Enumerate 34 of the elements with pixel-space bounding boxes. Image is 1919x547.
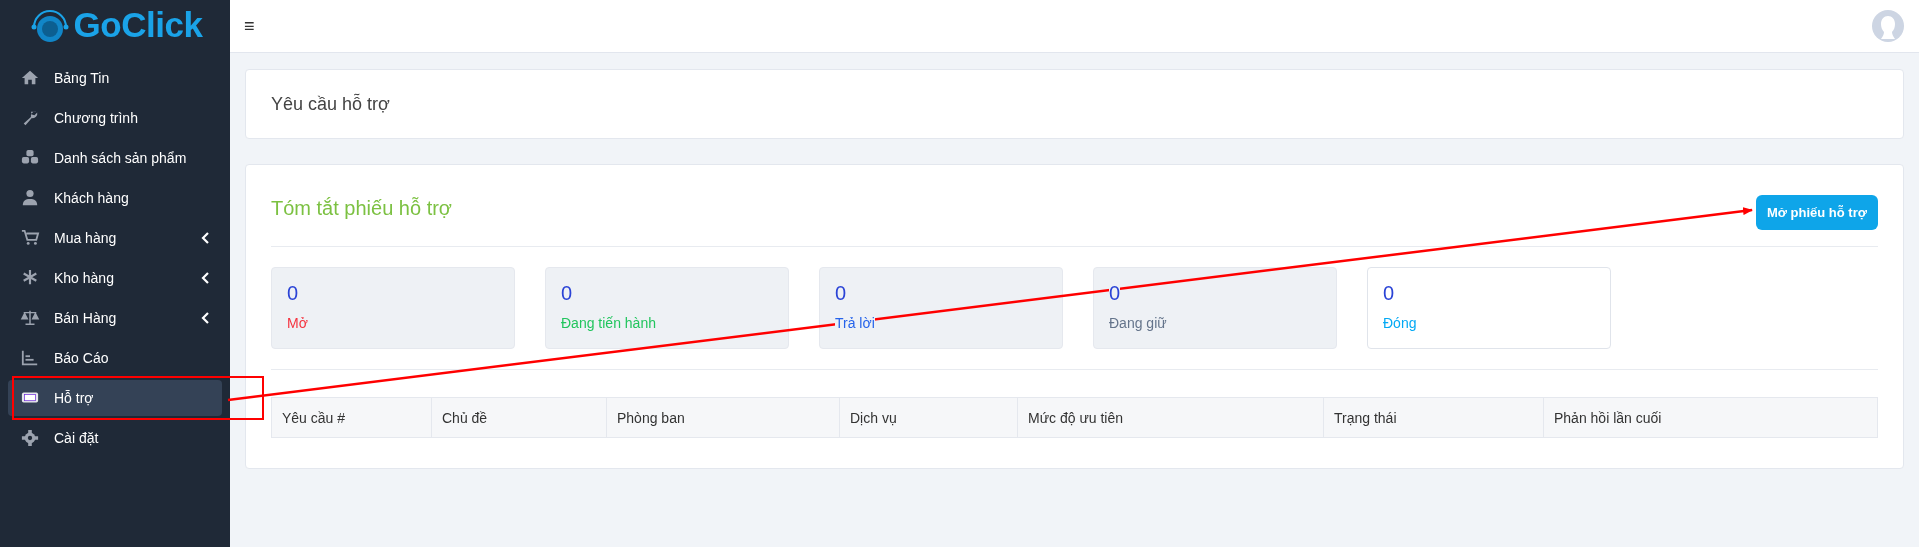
sidebar-item[interactable]: Bán Hàng (8, 300, 222, 336)
user-icon (20, 189, 40, 207)
sidebar-item[interactable]: Báo Cáo (8, 340, 222, 376)
sidebar-item[interactable]: Khách hàng (8, 180, 222, 216)
cart-icon (20, 229, 40, 247)
sidebar-item[interactable]: Chương trình (8, 100, 222, 136)
column-header: Trạng thái (1324, 398, 1544, 437)
home-icon (20, 69, 40, 87)
sidebar-item[interactable]: Mua hàng (8, 220, 222, 256)
logo-text: GoClick (73, 5, 203, 45)
avatar-icon[interactable] (1871, 9, 1905, 43)
column-header: Yêu cầu # (272, 398, 432, 437)
sidebar-item[interactable]: Cài đặt (8, 420, 222, 456)
sidebar-item[interactable]: Hỗ trợ (8, 380, 222, 416)
settings-icon (20, 429, 40, 447)
sidebar-item[interactable]: Bảng Tin (8, 60, 222, 96)
stat-label: Trả lời (835, 315, 875, 331)
column-header: Chủ đề (432, 398, 607, 437)
menu-button[interactable]: ≡ (244, 15, 255, 37)
column-header: Phản hồi lần cuối (1553, 408, 1663, 428)
chart-icon (20, 349, 40, 367)
snowflake-icon (20, 269, 40, 287)
stat-label: Đang giữ (1109, 315, 1167, 331)
section-title: Tóm tắt phiếu hỗ trợ (271, 197, 452, 220)
stat-label: Mở (287, 315, 308, 331)
stat-label: Đóng (1383, 315, 1417, 331)
stat-label: Đang tiến hành (561, 315, 656, 331)
sidebar-item[interactable]: Danh sách sản phẩm (8, 140, 222, 176)
column-header: Phòng ban (607, 398, 840, 437)
column-header: Mức độ ưu tiên (1018, 398, 1324, 437)
column-header: Dịch vụ (840, 398, 1018, 437)
scale-icon (20, 309, 40, 327)
page-title: Yêu cầu hỗ trợ (271, 93, 390, 115)
sidebar-item[interactable]: Kho hàng (8, 260, 222, 296)
